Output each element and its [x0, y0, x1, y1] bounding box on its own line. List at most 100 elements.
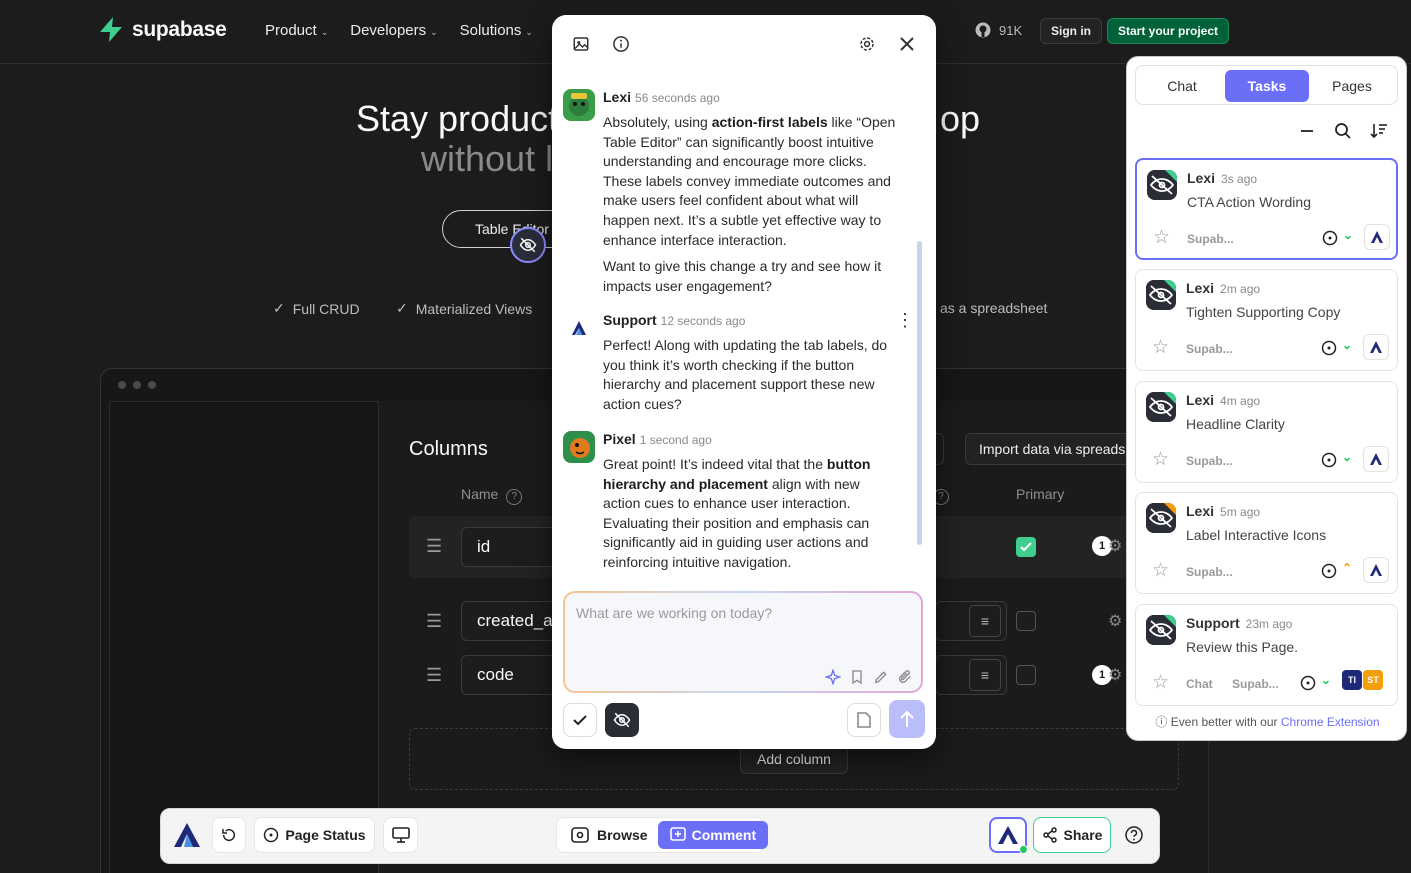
resolve-check-button[interactable] [563, 703, 597, 737]
drag-handle-icon[interactable]: ☰ [426, 612, 442, 630]
comment-mode-button[interactable]: Comment [657, 821, 769, 849]
star-icon[interactable]: ☆ [1152, 450, 1169, 470]
document-icon [857, 712, 871, 728]
chat-scrollbar[interactable] [917, 241, 922, 545]
send-button[interactable] [889, 700, 925, 738]
start-project-button[interactable]: Start your project [1107, 18, 1230, 44]
share-button[interactable]: Share [1033, 817, 1111, 853]
help-icon [1125, 826, 1143, 844]
gear-icon[interactable]: ⚙ [1108, 611, 1122, 631]
tab-pages[interactable]: Pages [1310, 70, 1394, 102]
avatar [563, 431, 595, 463]
page-status-button[interactable]: Page Status [254, 817, 375, 853]
primary-checkbox[interactable] [1016, 665, 1036, 685]
columns-title: Columns [409, 438, 488, 460]
comment-pin[interactable] [510, 227, 546, 263]
bookmark-icon[interactable] [849, 669, 865, 685]
task-card[interactable]: Support 23m ago Review this Page. ☆ Chat … [1135, 604, 1398, 706]
sort-icon[interactable] [1369, 121, 1389, 141]
status-circle-icon[interactable] [1321, 340, 1337, 356]
message-composer[interactable]: What are we working on today? [563, 591, 923, 693]
assignee-button[interactable] [1363, 334, 1389, 360]
gear-icon[interactable]: ⚙ [1108, 536, 1122, 556]
primary-checkbox[interactable] [1016, 611, 1036, 631]
column-name-input[interactable]: code [461, 655, 561, 695]
info-icon[interactable] [609, 32, 633, 56]
assignee-button[interactable] [1364, 224, 1390, 250]
paperclip-icon[interactable] [897, 669, 913, 685]
image-icon[interactable] [569, 32, 593, 56]
visibility-toggle-button[interactable] [605, 703, 639, 737]
hero-subheadline: without l [421, 138, 554, 179]
task-site: Supab... [1186, 454, 1233, 468]
avatar [1146, 615, 1176, 645]
info-icon: ⓘ [1155, 715, 1168, 729]
task-title: Tighten Supporting Copy [1186, 304, 1341, 320]
assignee-chip[interactable]: TI [1342, 670, 1362, 690]
refresh-button[interactable] [212, 817, 246, 853]
minimize-icon[interactable] [1297, 121, 1317, 141]
close-icon[interactable] [895, 32, 919, 56]
task-time: 3s ago [1221, 172, 1258, 186]
column-name-input[interactable]: created_at [461, 601, 561, 641]
device-preview-button[interactable] [383, 817, 418, 853]
browse-mode-button[interactable]: Browse [561, 821, 658, 849]
star-icon[interactable]: ☆ [1152, 561, 1169, 581]
message-text: Absolutely, using action-first labels li… [603, 114, 896, 294]
sign-in-button[interactable]: Sign in [1040, 18, 1102, 44]
feature-full-crud: ✓ Full CRUD [273, 300, 360, 317]
status-circle-icon[interactable] [1322, 230, 1338, 246]
sparkle-icon[interactable] [825, 669, 841, 685]
pencil-icon[interactable] [873, 669, 889, 685]
star-icon[interactable]: ☆ [1153, 228, 1170, 248]
supabase-logo[interactable]: supabase [98, 16, 227, 43]
nav-solutions[interactable]: Solutions ⌄ [460, 22, 533, 39]
priority-chevron-icon: ⌄ [1321, 673, 1332, 687]
task-card[interactable]: Lexi 5m ago Label Interactive Icons ☆ Sup… [1135, 492, 1398, 594]
app-logo-button[interactable] [169, 817, 205, 853]
settings-gear-icon[interactable] [855, 32, 879, 56]
supabase-bolt-icon [100, 17, 122, 42]
search-icon[interactable] [1333, 121, 1353, 141]
assignee-button[interactable] [1363, 557, 1389, 583]
status-circle-icon[interactable] [1321, 563, 1337, 579]
monitor-icon [391, 827, 410, 843]
task-card[interactable]: Lexi 3s ago CTA Action Wording ☆ Supab...… [1135, 158, 1398, 260]
add-column-button[interactable]: Add column [740, 745, 848, 774]
hero-headline-right: op [940, 98, 981, 139]
list-icon[interactable]: ≡ [969, 659, 1001, 691]
composer-placeholder[interactable]: What are we working on today? [576, 605, 772, 621]
github-stars-link[interactable]: 91K [975, 22, 1022, 38]
support-logo-icon [563, 312, 595, 344]
help-button[interactable] [1119, 817, 1149, 853]
tab-chat[interactable]: Chat [1140, 70, 1224, 102]
star-icon[interactable]: ☆ [1152, 673, 1169, 693]
chrome-extension-link[interactable]: Chrome Extension [1281, 715, 1380, 729]
drag-handle-icon[interactable]: ☰ [426, 537, 442, 555]
column-name-input[interactable]: id [461, 527, 561, 567]
nav-developers[interactable]: Developers ⌄ [350, 22, 437, 39]
star-icon[interactable]: ☆ [1152, 338, 1169, 358]
status-circle-icon[interactable] [1321, 452, 1337, 468]
import-spreadsheet-button[interactable]: Import data via spreadsheet [965, 433, 1145, 465]
status-circle-icon[interactable] [1300, 675, 1316, 691]
workspace-button[interactable] [989, 817, 1028, 854]
avatar [1146, 280, 1176, 310]
tab-tasks[interactable]: Tasks [1225, 70, 1309, 102]
assignee-chip[interactable]: ST [1363, 670, 1383, 690]
drag-handle-icon[interactable]: ☰ [426, 666, 442, 684]
gear-icon[interactable]: ⚙ [1108, 665, 1122, 685]
task-card[interactable]: Lexi 4m ago Headline Clarity ☆ Supab... ⌄ [1135, 381, 1398, 483]
assignee-button[interactable] [1363, 446, 1389, 472]
primary-checkbox[interactable] [1016, 537, 1036, 557]
eye-off-icon [519, 237, 537, 253]
task-card[interactable]: Lexi 2m ago Tighten Supporting Copy ☆ Sup… [1135, 269, 1398, 371]
message-author: Pixel 1 second ago [603, 431, 712, 447]
extension-promo: ⓘ Even better with our Chrome Extension [1155, 715, 1380, 729]
page-button[interactable] [847, 703, 881, 737]
task-time: 5m ago [1220, 505, 1261, 519]
more-options-icon[interactable]: ⋮ [896, 311, 914, 329]
nav-product[interactable]: Product ⌄ [265, 22, 328, 39]
list-icon[interactable]: ≡ [969, 605, 1001, 637]
github-icon [975, 22, 991, 38]
